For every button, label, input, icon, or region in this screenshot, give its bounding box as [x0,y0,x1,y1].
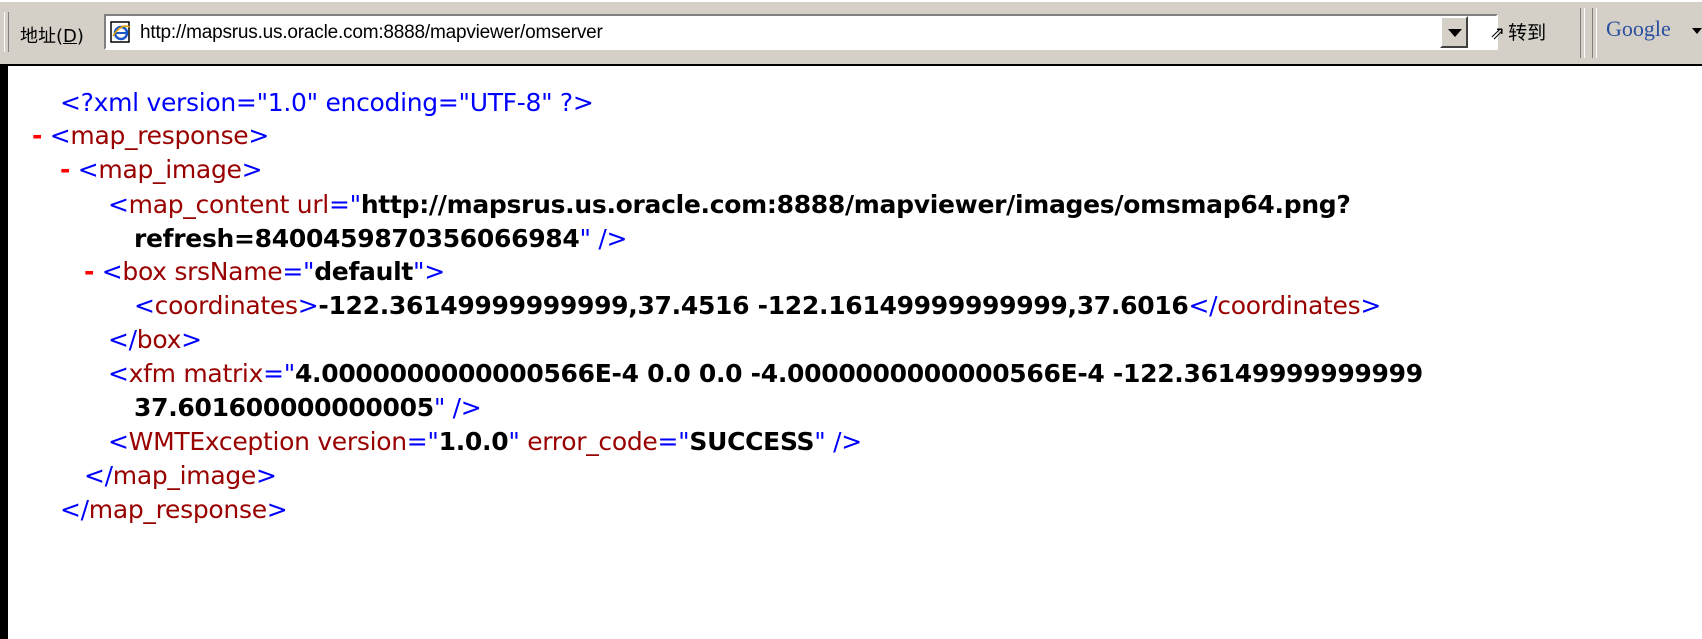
toolbar-separator [1580,8,1585,58]
xml-document-view: <?xml version="1.0" encoding="UTF-8" ?> … [8,66,1702,639]
box-close: </box> [108,325,202,354]
collapse-toggle[interactable]: - [84,257,94,286]
browser-window: 地址(D) http://mapsrus.us.oracle.com:8888/… [0,0,1702,639]
attr-value: SUCCESS [689,427,815,456]
address-dropdown-button[interactable] [1440,16,1468,48]
toolbar-separator [1592,8,1597,58]
tag-name: WMTException [128,427,310,456]
tag-name: map_content [128,190,290,219]
coordinates-element: <coordinates>-122.36149999999999,37.4516… [134,291,1381,320]
go-arrow-icon: ⇗ [1490,23,1506,44]
tag-name: coordinates [1217,291,1361,320]
tag-name: map_response [88,495,267,524]
attr-name: matrix [183,359,264,388]
coordinates-text: -122.36149999999999,37.4516 -122.1614999… [318,291,1189,320]
attr-value: 1.0.0 [438,427,509,456]
go-button[interactable]: ⇗ 转到 [1490,18,1546,48]
collapse-toggle[interactable]: - [60,155,70,184]
attr-name: srsName [174,257,283,286]
address-url: http://mapsrus.us.oracle.com:8888/mapvie… [140,22,603,43]
box-open: - <box srsName="default"> [84,257,445,286]
tag-name: coordinates [154,291,298,320]
attr-value: http://mapsrus.us.oracle.com:8888/mapvie… [360,190,1351,219]
attr-value: 4.0000000000000566E-4 0.0 0.0 -4.0000000… [294,359,1423,388]
wmtexception-element: <WMTException version="1.0.0" error_code… [108,427,862,456]
tag-name: box [136,325,182,354]
google-toolbar-button[interactable]: Google [1606,16,1671,42]
google-logo: Google [1606,16,1671,41]
map-response-close: </map_response> [60,495,288,524]
attr-value: 37.601600000000005 [134,393,434,422]
attr-name: error_code [527,427,658,456]
tag-name: map_image [98,155,242,184]
xml-declaration: <?xml version="1.0" encoding="UTF-8" ?> [60,88,594,117]
attr-value: default [314,257,414,286]
go-label: 转到 [1508,22,1547,44]
tag-name: xfm [128,359,176,388]
toolbar-grip[interactable] [4,12,9,52]
attr-name: url [296,190,329,219]
map-response-open: - <map_response> [32,121,270,150]
collapse-toggle[interactable]: - [32,121,42,150]
attr-value: refresh=8400459870356066984 [134,224,580,253]
xfm-element-cont: 37.601600000000005" /> [134,393,482,422]
tag-name: map_image [112,461,257,490]
tag-name: map_response [70,121,249,150]
map-image-open: - <map_image> [60,155,263,184]
map-image-close: </map_image> [84,461,277,490]
chevron-down-icon[interactable] [1692,28,1702,34]
ie-page-icon [110,21,131,43]
tag-name: box [122,257,167,286]
map-content-element: <map_content url="http://mapsrus.us.orac… [108,190,1351,219]
xfm-element: <xfm matrix="4.0000000000000566E-4 0.0 0… [108,359,1423,388]
address-bar: 地址(D) http://mapsrus.us.oracle.com:8888/… [0,0,1702,64]
address-input[interactable]: http://mapsrus.us.oracle.com:8888/mapvie… [104,14,1498,50]
attr-name: version [317,427,407,456]
chevron-down-icon [1448,29,1462,37]
address-label: 地址(D) [20,26,84,47]
map-content-element-cont: refresh=8400459870356066984" /> [134,224,628,253]
